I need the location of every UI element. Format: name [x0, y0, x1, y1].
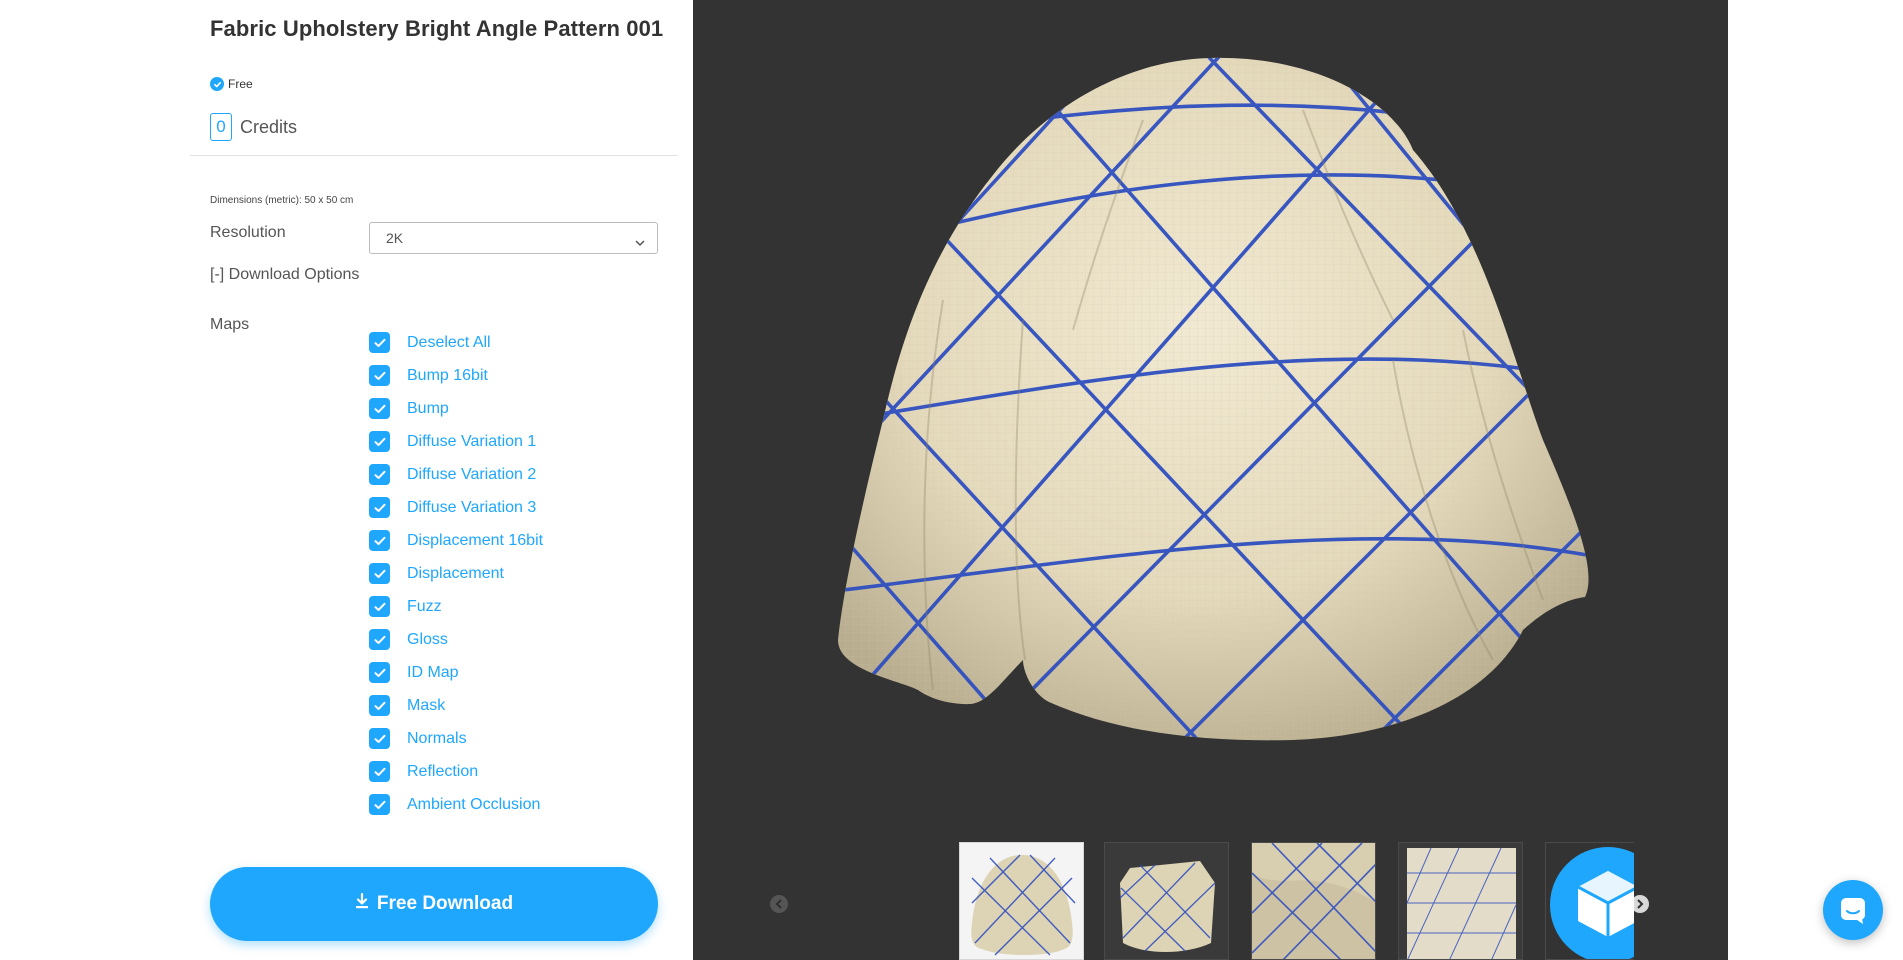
material-preview-viewer: [693, 0, 1728, 960]
download-options-toggle[interactable]: [-] Download Options: [210, 266, 359, 284]
draped-fabric-sphere-preview[interactable]: [693, 0, 1728, 800]
product-title: Fabric Upholstery Bright Angle Pattern 0…: [210, 16, 664, 41]
credits-label: Credits: [240, 116, 298, 137]
map-checkbox-label: Displacement: [407, 564, 504, 582]
map-checkbox-item[interactable]: Deselect All: [369, 326, 543, 359]
thumbnail-strip: [959, 842, 1634, 960]
map-checkbox-label: Diffuse Variation 1: [407, 432, 537, 450]
price-label: Free: [228, 77, 253, 91]
checkbox-checked-icon[interactable]: [369, 332, 390, 353]
draped-sphere-thumbnail[interactable]: [959, 842, 1084, 960]
map-checkbox-item[interactable]: Reflection: [369, 755, 543, 788]
map-checkbox-item[interactable]: Gloss: [369, 623, 543, 656]
map-checkbox-item[interactable]: Displacement 16bit: [369, 524, 543, 557]
map-checkbox-label: Gloss: [407, 630, 448, 648]
flat-swatch-thumbnail[interactable]: [1398, 842, 1523, 960]
maps-checkbox-list: Deselect All Bump 16bit Bump Diffuse Variat…: [369, 326, 543, 821]
resolution-select[interactable]: 2K: [369, 222, 658, 254]
product-sidebar: Fabric Upholstery Bright Angle Pattern 0…: [0, 0, 693, 960]
checkbox-checked-icon[interactable]: [369, 596, 390, 617]
credits-value: 0: [210, 113, 232, 141]
checkbox-checked-icon[interactable]: [369, 761, 390, 782]
chat-icon[interactable]: [1823, 880, 1883, 940]
free-download-button[interactable]: Free Download: [210, 867, 658, 941]
chevron-left-icon[interactable]: [770, 895, 788, 913]
checkbox-checked-icon[interactable]: [369, 365, 390, 386]
free-download-label: Free Download: [376, 893, 514, 914]
credits-row: 0 Credits: [210, 113, 297, 141]
checkbox-checked-icon[interactable]: [369, 497, 390, 518]
checkbox-checked-icon[interactable]: [369, 398, 390, 419]
map-checkbox-item[interactable]: Diffuse Variation 1: [369, 425, 543, 458]
checkbox-checked-icon[interactable]: [369, 530, 390, 551]
map-checkbox-item[interactable]: Mask: [369, 689, 543, 722]
chevron-down-icon: [635, 234, 645, 250]
map-checkbox-label: Bump 16bit: [407, 366, 488, 384]
checkbox-checked-icon[interactable]: [369, 662, 390, 683]
map-checkbox-item[interactable]: ID Map: [369, 656, 543, 689]
price-row: Free: [210, 77, 253, 91]
map-checkbox-item[interactable]: Bump: [369, 392, 543, 425]
map-checkbox-label: Diffuse Variation 2: [407, 465, 537, 483]
map-checkbox-label: Displacement 16bit: [407, 531, 544, 549]
checkbox-checked-icon[interactable]: [369, 431, 390, 452]
map-checkbox-label: Normals: [407, 729, 467, 747]
draped-cube-thumbnail[interactable]: [1104, 842, 1229, 960]
checkbox-checked-icon[interactable]: [369, 464, 390, 485]
checkbox-checked-icon[interactable]: [369, 728, 390, 749]
checkbox-checked-icon[interactable]: [369, 629, 390, 650]
download-icon: [355, 892, 369, 915]
map-checkbox-item[interactable]: Diffuse Variation 2: [369, 458, 543, 491]
map-checkbox-item[interactable]: Bump 16bit: [369, 359, 543, 392]
map-checkbox-label: Mask: [407, 696, 446, 714]
map-checkbox-item[interactable]: Displacement: [369, 557, 543, 590]
divider: [190, 155, 678, 156]
map-checkbox-label: Deselect All: [407, 333, 491, 351]
map-checkbox-label: ID Map: [407, 663, 459, 681]
resolution-value: 2K: [386, 230, 404, 246]
checkbox-checked-icon[interactable]: [369, 794, 390, 815]
map-checkbox-item[interactable]: Diffuse Variation 3: [369, 491, 543, 524]
map-checkbox-item[interactable]: Ambient Occlusion: [369, 788, 543, 821]
map-checkbox-label: Fuzz: [407, 597, 442, 615]
map-checkbox-label: Ambient Occlusion: [407, 795, 541, 813]
3d-viewer-thumbnail[interactable]: [1545, 842, 1634, 960]
dimensions-text: Dimensions (metric): 50 x 50 cm: [210, 195, 354, 206]
fabric-closeup-thumbnail[interactable]: [1251, 842, 1376, 960]
map-checkbox-label: Bump: [407, 399, 449, 417]
map-checkbox-label: Reflection: [407, 762, 479, 780]
map-checkbox-item[interactable]: Normals: [369, 722, 543, 755]
map-checkbox-label: Diffuse Variation 3: [407, 498, 537, 516]
verified-check-icon: [210, 77, 224, 91]
map-checkbox-item[interactable]: Fuzz: [369, 590, 543, 623]
checkbox-checked-icon[interactable]: [369, 695, 390, 716]
resolution-label: Resolution: [210, 224, 286, 241]
checkbox-checked-icon[interactable]: [369, 563, 390, 584]
maps-label: Maps: [210, 316, 250, 333]
